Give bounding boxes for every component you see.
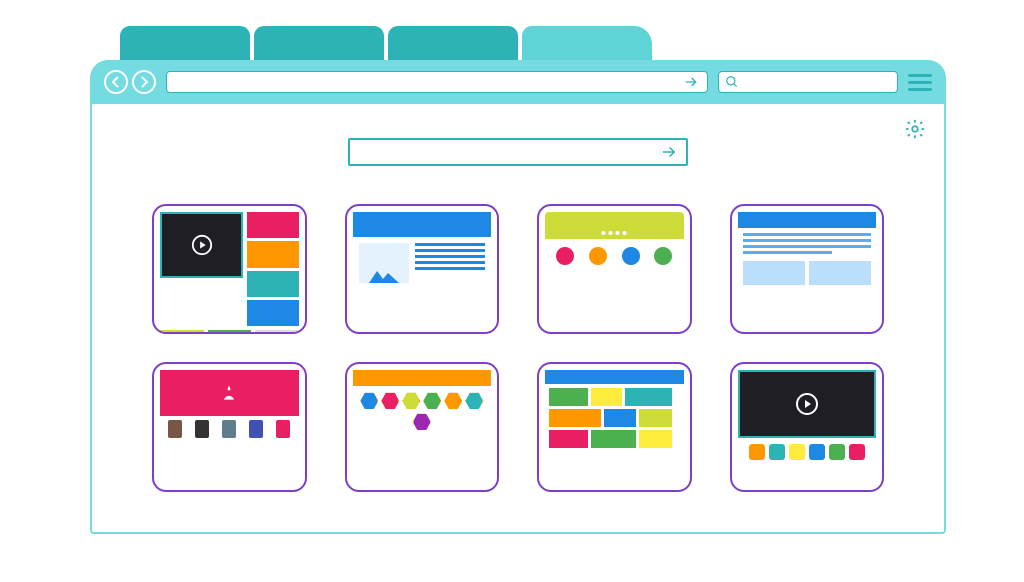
thumbnail-blog[interactable] <box>345 204 500 334</box>
thumbnail-video-portal[interactable] <box>152 204 307 334</box>
tab-active[interactable] <box>522 26 652 62</box>
browser-tabs <box>120 26 652 62</box>
search-bar[interactable] <box>718 71 898 93</box>
thumbnail-news[interactable] <box>730 204 885 334</box>
go-icon[interactable] <box>683 74 699 90</box>
thumbnail-features[interactable] <box>537 204 692 334</box>
thumbnail-video-player[interactable] <box>730 362 885 492</box>
play-icon <box>160 212 243 278</box>
thumbnail-hex-gallery[interactable] <box>345 362 500 492</box>
page-search-input[interactable] <box>348 138 688 166</box>
address-bar[interactable] <box>166 71 708 93</box>
tab-3[interactable] <box>388 26 518 62</box>
play-icon <box>738 370 877 438</box>
back-icon[interactable] <box>104 70 128 94</box>
search-icon <box>725 75 739 89</box>
tab-1[interactable] <box>120 26 250 62</box>
content-panel <box>90 104 946 534</box>
thumbnail-masonry[interactable] <box>537 362 692 492</box>
arrow-right-icon[interactable] <box>660 143 678 161</box>
thumbnail-ecommerce[interactable] <box>152 362 307 492</box>
gear-icon[interactable] <box>904 118 926 140</box>
forward-icon[interactable] <box>132 70 156 94</box>
tab-2[interactable] <box>254 26 384 62</box>
menu-icon[interactable] <box>908 74 932 91</box>
browser-toolbar <box>90 60 946 104</box>
thumbnail-grid <box>152 204 884 492</box>
